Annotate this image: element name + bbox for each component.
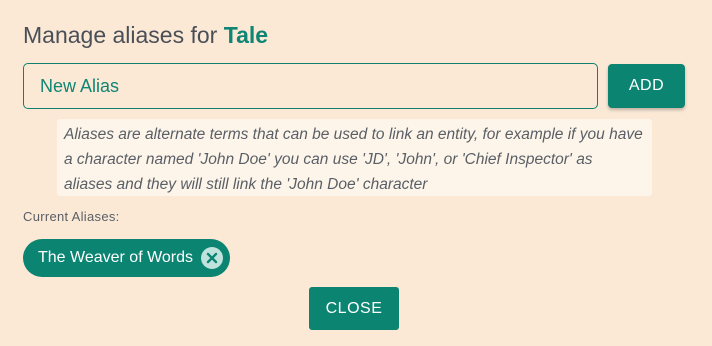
alias-help-text: Aliases are alternate terms that can be … <box>57 119 652 196</box>
current-aliases-label: Current Aliases: <box>23 209 120 224</box>
add-alias-button[interactable]: ADD <box>608 64 685 108</box>
close-button[interactable]: CLOSE <box>309 287 399 330</box>
dialog-title-prefix: Manage aliases for <box>23 22 218 48</box>
alias-chip: The Weaver of Words <box>23 239 231 277</box>
entity-name: Tale <box>223 22 269 48</box>
new-alias-input[interactable] <box>23 63 598 109</box>
close-circle-icon[interactable] <box>201 247 224 269</box>
alias-chip-label: The Weaver of Words <box>38 249 194 266</box>
dialog-title: Manage aliases for Tale <box>23 20 268 50</box>
